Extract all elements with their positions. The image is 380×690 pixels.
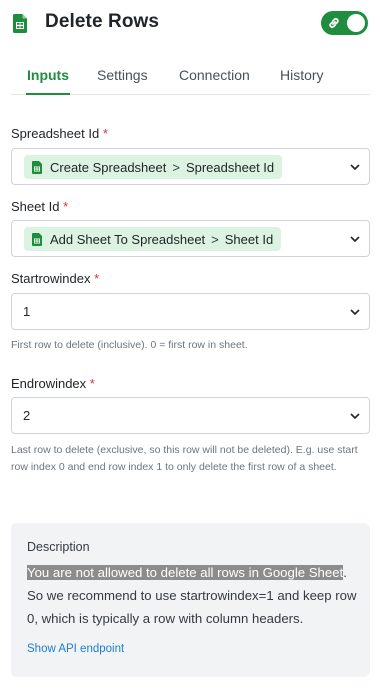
sheet-id-label: Sheet Id * [11,199,69,214]
google-sheets-icon [32,232,42,246]
chevron-right-icon: > [172,159,180,175]
tab-inputs[interactable]: Inputs [26,62,70,95]
start-row-index-help: First row to delete (inclusive). 0 = fir… [11,339,248,351]
toggle-knob [347,14,365,32]
required-mark: * [102,126,108,141]
start-row-index-label: Startrowindex * [11,271,100,286]
header: Delete Rows [0,0,380,48]
chevron-right-icon: > [211,231,219,247]
end-row-index-help: Last row to delete (exclusive, so this r… [11,444,358,473]
google-sheets-icon [32,160,42,174]
link-toggle[interactable] [321,11,368,35]
description-title: Description [27,540,90,554]
chevron-down-icon [350,164,360,171]
reference-chip[interactable]: Add Sheet To Spreadsheet > Sheet Id [24,227,282,251]
spreadsheet-id-select[interactable]: Create Spreadsheet > Spreadsheet Id [11,148,370,185]
tab-bar: Inputs Settings Connection History [11,62,370,95]
chevron-down-icon [350,236,360,243]
google-sheets-icon [13,14,27,33]
spreadsheet-id-label: Spreadsheet Id * [11,126,108,141]
end-row-index-select[interactable]: 2 [11,397,370,434]
sheet-id-select[interactable]: Add Sheet To Spreadsheet > Sheet Id [11,220,370,257]
reference-chip[interactable]: Create Spreadsheet > Spreadsheet Id [24,155,283,179]
link-icon [329,18,339,28]
tab-settings[interactable]: Settings [97,62,148,94]
chevron-down-icon [350,309,360,316]
end-row-index-label: Endrowindex * [11,376,95,391]
description-panel: Description You are not allowed to delet… [11,523,370,677]
start-row-index-value: 1 [23,304,31,319]
start-row-index-select[interactable]: 1 [11,293,370,330]
description-text: You are not allowed to delete all rows i… [27,561,362,630]
chip-property: Sheet Id [224,231,274,247]
page-title: Delete Rows [45,11,160,32]
chip-property: Spreadsheet Id [185,159,275,175]
tab-connection[interactable]: Connection [179,62,250,94]
chevron-down-icon [350,413,360,420]
chip-source: Add Sheet To Spreadsheet [50,231,206,247]
chip-source: Create Spreadsheet [50,159,167,175]
end-row-index-value: 2 [23,408,31,423]
show-api-endpoint-link[interactable]: Show API endpoint [27,643,124,655]
required-mark: * [63,199,69,214]
tab-history[interactable]: History [280,62,324,94]
highlighted-text: You are not allowed to delete all rows i… [27,565,344,580]
required-mark: * [94,271,100,286]
required-mark: * [89,376,95,391]
